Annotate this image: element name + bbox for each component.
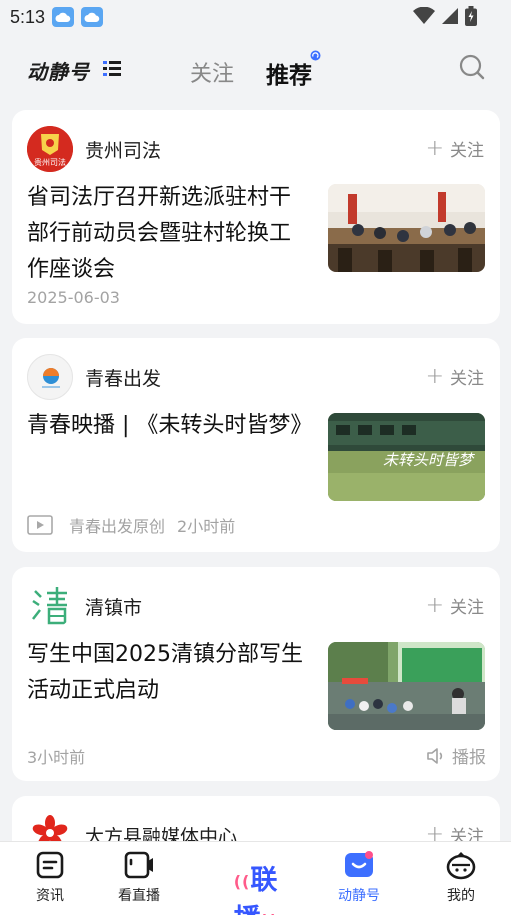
source-name[interactable]: 清镇市 bbox=[85, 593, 142, 620]
tab-recommend[interactable]: 推荐 bbox=[266, 56, 312, 90]
article-meta: 3小时前 bbox=[27, 744, 85, 768]
avatar[interactable]: 贵州司法 bbox=[27, 126, 73, 172]
wave-right-icon: )) bbox=[262, 911, 279, 915]
nav-label: 资讯 bbox=[36, 888, 64, 904]
nav-item-profile[interactable]: 我的 bbox=[421, 850, 501, 905]
article-title[interactable]: 青春映播 | 《未转头时皆梦》 bbox=[27, 408, 312, 444]
cloud-icon bbox=[81, 7, 104, 27]
signal-icon bbox=[442, 8, 458, 24]
lianbo-button[interactable]: ((联播)) bbox=[212, 858, 300, 915]
article-title[interactable]: 省司法厅召开新选派驻村干部行前动员会暨驻村轮换工作座谈会 bbox=[27, 180, 309, 288]
broadcast-label: 播报 bbox=[452, 748, 486, 768]
nav-label: 我的 bbox=[447, 888, 475, 904]
nav-label: 看直播 bbox=[118, 888, 160, 904]
avatar[interactable] bbox=[27, 583, 73, 629]
article-thumbnail[interactable] bbox=[328, 184, 485, 272]
plus-icon: + bbox=[425, 135, 444, 161]
video-thumbnail[interactable]: 未转头时皆梦 bbox=[328, 413, 485, 501]
menu-icon[interactable] bbox=[103, 60, 121, 76]
wifi-icon bbox=[413, 7, 435, 24]
feed-card[interactable]: 贵州司法 贵州司法 + 关注 省司法厅召开新选派驻村干部行前动员会暨驻村轮换工作… bbox=[12, 110, 500, 324]
wave-left-icon: (( bbox=[233, 872, 251, 891]
card-header: 贵州司法 贵州司法 bbox=[27, 126, 161, 172]
channel-name: 青春出发原创 bbox=[69, 517, 166, 536]
publish-time: 2小时前 bbox=[177, 517, 236, 536]
source-name[interactable]: 贵州司法 bbox=[85, 136, 161, 163]
source-name[interactable]: 青春出发 bbox=[85, 364, 161, 391]
article-thumbnail[interactable] bbox=[328, 642, 485, 730]
nav-item-news[interactable]: 资讯 bbox=[10, 850, 90, 905]
card-header: 青春出发 bbox=[27, 354, 161, 400]
thumbnail-caption: 未转头时皆梦 bbox=[383, 451, 475, 469]
follow-button[interactable]: + 关注 bbox=[426, 364, 484, 389]
app-logo: 动静号 bbox=[27, 60, 90, 84]
cloud-icon bbox=[52, 7, 75, 27]
bottom-nav: 资讯 看直播 ((联播)) 动静号 我的 bbox=[0, 841, 511, 915]
follow-button[interactable]: + 关注 bbox=[426, 593, 484, 618]
profile-icon bbox=[446, 852, 476, 880]
top-header: 动静号 关注 推荐 bbox=[0, 34, 511, 106]
plus-icon: + bbox=[425, 363, 444, 389]
article-meta: 2025-06-03 bbox=[27, 288, 120, 307]
nav-item-dongjing[interactable]: 动静号 bbox=[319, 850, 399, 905]
news-icon bbox=[36, 851, 64, 879]
follow-label: 关注 bbox=[450, 598, 484, 618]
broadcast-button[interactable]: 播报 bbox=[426, 743, 486, 768]
feed-card[interactable]: 清镇市 + 关注 写生中国2025清镇分部写生活动正式启动 3小时前 播报 bbox=[12, 567, 500, 781]
nav-item-live[interactable]: 看直播 bbox=[99, 850, 179, 905]
follow-label: 关注 bbox=[450, 141, 484, 161]
feed-card[interactable]: 青春出发 + 关注 青春映播 | 《未转头时皆梦》 未转头时皆梦 青春出发原创 … bbox=[12, 338, 500, 552]
card-header: 清镇市 bbox=[27, 583, 142, 629]
plus-icon: + bbox=[425, 592, 444, 618]
article-meta: 青春出发原创 2小时前 bbox=[27, 513, 235, 537]
nav-label: 动静号 bbox=[338, 888, 380, 904]
video-play-icon bbox=[27, 515, 53, 535]
status-time: 5:13 bbox=[10, 6, 46, 27]
dongjing-icon bbox=[345, 851, 373, 877]
status-bar: 5:13 bbox=[0, 0, 511, 34]
battery-icon bbox=[465, 6, 477, 26]
live-icon bbox=[124, 851, 153, 879]
follow-label: 关注 bbox=[450, 369, 484, 389]
article-title[interactable]: 写生中国2025清镇分部写生活动正式启动 bbox=[27, 637, 309, 709]
speaker-icon bbox=[427, 747, 443, 764]
tab-follow[interactable]: 关注 bbox=[190, 56, 234, 88]
publish-time: 3小时前 bbox=[27, 748, 86, 767]
avatar-label: 贵州司法 bbox=[34, 157, 66, 167]
follow-button[interactable]: + 关注 bbox=[426, 136, 484, 161]
avatar[interactable] bbox=[27, 354, 73, 400]
publish-date: 2025-06-03 bbox=[27, 288, 120, 307]
refresh-dot-icon bbox=[310, 50, 321, 61]
search-icon[interactable] bbox=[458, 53, 486, 81]
